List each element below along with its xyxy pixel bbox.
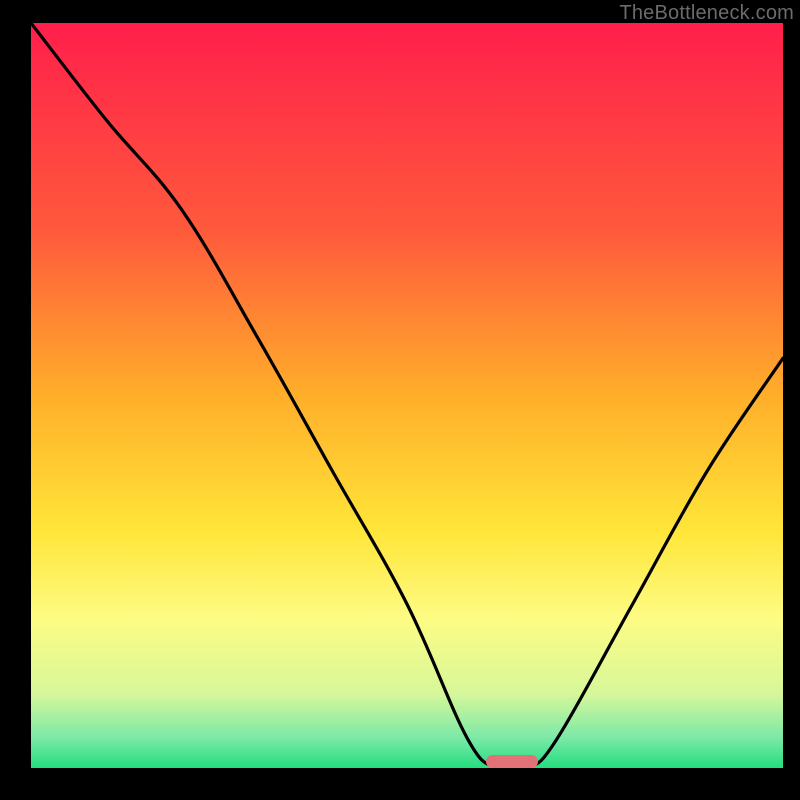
watermark-text: TheBottleneck.com — [619, 2, 794, 25]
bottleneck-curve — [31, 23, 783, 768]
plot-area — [31, 23, 783, 768]
chart-frame: TheBottleneck.com — [0, 0, 800, 800]
optimal-marker — [486, 755, 538, 768]
